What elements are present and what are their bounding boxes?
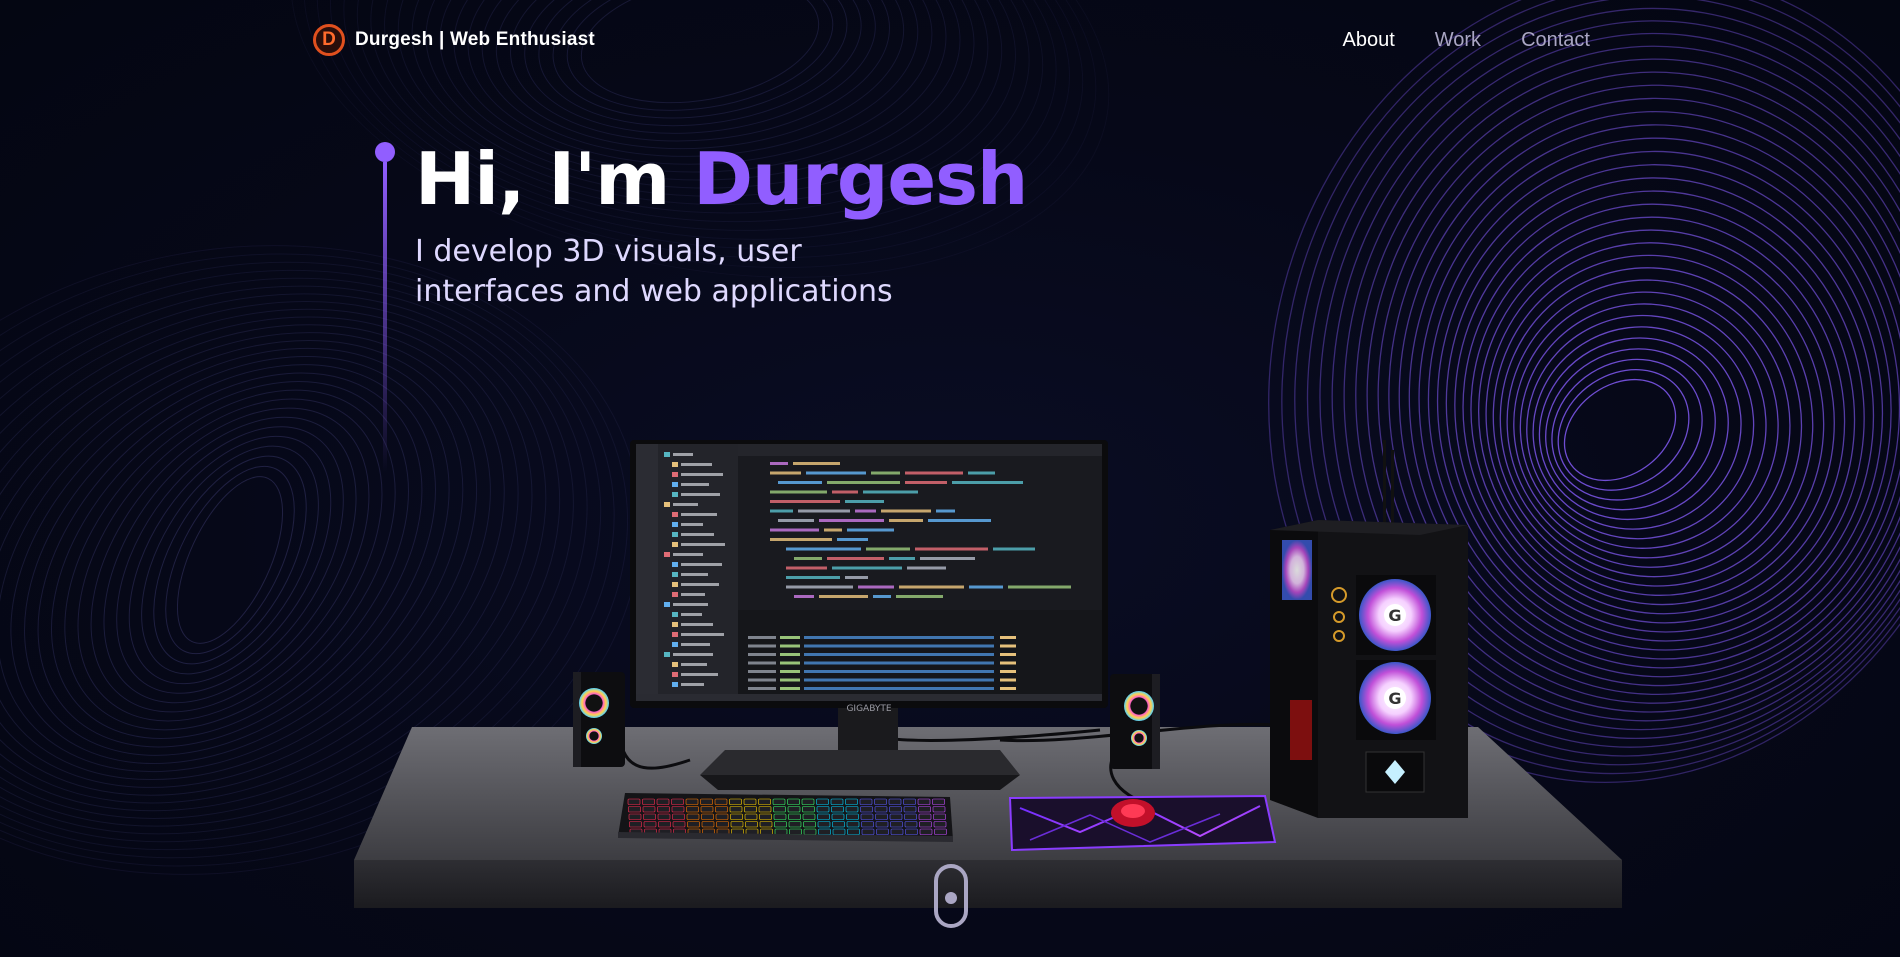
pc-tower: G G (1270, 440, 1468, 818)
scroll-indicator-dot (945, 892, 957, 904)
nav-link-contact[interactable]: Contact (1521, 29, 1590, 52)
hero-section: Hi, I'm Durgesh I develop 3D visuals, us… (375, 137, 1028, 472)
keyboard (618, 793, 953, 842)
navbar: D Durgesh | Web Enthusiast About Work Co… (0, 0, 1900, 80)
svg-text:G: G (1388, 606, 1401, 625)
hero-tagline: I develop 3D visuals, user interfaces an… (415, 234, 893, 309)
nav-links: About Work Contact (1342, 29, 1590, 52)
portfolio-page: D Durgesh | Web Enthusiast About Work Co… (0, 0, 1900, 957)
right-speaker (1110, 674, 1160, 769)
gaming-mouse (1111, 799, 1155, 827)
hero-accent-line (375, 140, 395, 472)
hero-headline: Hi, I'm Durgesh (415, 137, 1028, 221)
nav-link-work[interactable]: Work (1435, 29, 1481, 52)
scroll-down-indicator[interactable] (934, 864, 968, 928)
hero-greeting: Hi, I'm (415, 137, 694, 221)
accent-line (383, 162, 387, 472)
brand-link[interactable]: D Durgesh | Web Enthusiast (313, 24, 595, 56)
left-speaker (573, 672, 625, 767)
logo-icon: D (313, 24, 345, 56)
hero-name: Durgesh (693, 137, 1028, 221)
accent-dot (375, 142, 395, 162)
monitor: GIGABYTE (630, 440, 1108, 714)
svg-text:G: G (1388, 689, 1401, 708)
monitor-brand-label: GIGABYTE (846, 704, 891, 714)
nav-link-about[interactable]: About (1342, 29, 1394, 52)
brand-text: Durgesh | Web Enthusiast (355, 29, 595, 50)
